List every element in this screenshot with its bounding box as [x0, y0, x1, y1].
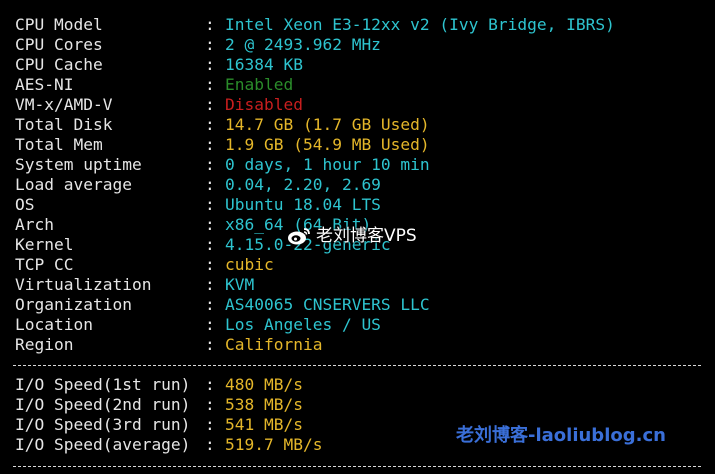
- row-label: OS: [15, 195, 35, 214]
- row-label: Location: [15, 315, 93, 334]
- row-value: Enabled: [225, 75, 294, 94]
- row-separator: :: [205, 335, 215, 354]
- info-row-tcp-cc: TCP CC : cubic: [15, 255, 274, 275]
- info-row-total-disk: Total Disk : 14.7 GB (1.7 GB Used): [15, 115, 430, 135]
- system-info-list: CPU Model : Intel Xeon E3-12xx v2 (Ivy B…: [15, 15, 615, 355]
- row-value: Intel Xeon E3-12xx v2 (Ivy Bridge, IBRS): [225, 15, 615, 34]
- info-row-region: Region : California: [15, 335, 322, 355]
- row-label: I/O Speed(1st run): [15, 375, 191, 394]
- row-separator: :: [205, 215, 215, 234]
- row-label: I/O Speed(2nd run): [15, 395, 191, 414]
- info-row-cpu-model: CPU Model : Intel Xeon E3-12xx v2 (Ivy B…: [15, 15, 615, 35]
- row-separator: :: [205, 95, 215, 114]
- row-separator: :: [205, 15, 215, 34]
- row-label: Load average: [15, 175, 132, 194]
- corner-watermark: 老刘博客-laoliublog.cn: [456, 425, 666, 446]
- row-label: CPU Cache: [15, 55, 103, 74]
- row-label: Organization: [15, 295, 132, 314]
- row-value: Ubuntu 18.04 LTS: [225, 195, 381, 214]
- row-label: TCP CC: [15, 255, 74, 274]
- row-separator: :: [205, 235, 215, 254]
- io-row-2nd-run: I/O Speed(2nd run) : 538 MB/s: [15, 395, 303, 415]
- weibo-icon: [288, 228, 310, 245]
- row-separator: :: [205, 275, 215, 294]
- row-separator: :: [205, 35, 215, 54]
- terminal-window: CPU Model : Intel Xeon E3-12xx v2 (Ivy B…: [0, 0, 715, 474]
- io-row-3rd-run: I/O Speed(3rd run) : 541 MB/s: [15, 415, 303, 435]
- row-value: AS40065 CNSERVERS LLC: [225, 295, 430, 314]
- row-value: 0 days, 1 hour 10 min: [225, 155, 430, 174]
- row-value: 519.7 MB/s: [225, 435, 323, 454]
- row-value: Los Angeles / US: [225, 315, 381, 334]
- row-separator: :: [205, 295, 215, 314]
- row-separator: :: [205, 135, 215, 154]
- info-row-uptime: System uptime : 0 days, 1 hour 10 min: [15, 155, 430, 175]
- info-row-cpu-cache: CPU Cache : 16384 KB: [15, 55, 303, 75]
- row-separator: :: [205, 375, 215, 394]
- row-label: Kernel: [15, 235, 74, 254]
- info-row-total-mem: Total Mem : 1.9 GB (54.9 MB Used): [15, 135, 430, 155]
- row-separator: :: [205, 315, 215, 334]
- row-value: 480 MB/s: [225, 375, 303, 394]
- row-value: 2 @ 2493.962 MHz: [225, 35, 381, 54]
- center-watermark: 老刘博客VPS: [286, 226, 417, 246]
- row-label: Arch: [15, 215, 54, 234]
- row-value: 541 MB/s: [225, 415, 303, 434]
- row-label: AES-NI: [15, 75, 74, 94]
- row-separator: :: [205, 75, 215, 94]
- row-separator: :: [205, 195, 215, 214]
- row-label: CPU Cores: [15, 35, 103, 54]
- info-row-vmx: VM-x/AMD-V : Disabled: [15, 95, 303, 115]
- io-row-1st-run: I/O Speed(1st run) : 480 MB/s: [15, 375, 303, 395]
- row-separator: :: [205, 175, 215, 194]
- row-value: KVM: [225, 275, 255, 294]
- row-separator: :: [205, 435, 215, 454]
- row-value: 1.9 GB (54.9 MB Used): [225, 135, 430, 154]
- row-label: I/O Speed(3rd run): [15, 415, 191, 434]
- row-value: 0.04, 2.20, 2.69: [225, 175, 381, 194]
- row-value: 538 MB/s: [225, 395, 303, 414]
- row-separator: :: [205, 255, 215, 274]
- row-value: cubic: [225, 255, 274, 274]
- info-row-kernel: Kernel : 4.15.0-22-generic: [15, 235, 391, 255]
- row-value: Disabled: [225, 95, 303, 114]
- io-row-average: I/O Speed(average) : 519.7 MB/s: [15, 435, 322, 455]
- row-separator: :: [205, 415, 215, 434]
- info-row-arch: Arch : x86_64 (64 Bit): [15, 215, 371, 235]
- info-row-virtualization: Virtualization : KVM: [15, 275, 254, 295]
- dashed-divider: [13, 365, 701, 366]
- info-row-load-average: Load average : 0.04, 2.20, 2.69: [15, 175, 381, 195]
- row-separator: :: [205, 395, 215, 414]
- info-row-location: Location : Los Angeles / US: [15, 315, 381, 335]
- row-separator: :: [205, 155, 215, 174]
- row-label: Total Mem: [15, 135, 103, 154]
- row-separator: :: [205, 55, 215, 74]
- row-label: I/O Speed(average): [15, 435, 191, 454]
- row-separator: :: [205, 115, 215, 134]
- row-label: Virtualization: [15, 275, 152, 294]
- row-label: VM-x/AMD-V: [15, 95, 113, 114]
- info-row-aes-ni: AES-NI : Enabled: [15, 75, 293, 95]
- row-value: 14.7 GB (1.7 GB Used): [225, 115, 430, 134]
- info-row-os: OS : Ubuntu 18.04 LTS: [15, 195, 381, 215]
- row-label: CPU Model: [15, 15, 103, 34]
- dashed-divider: [13, 466, 701, 467]
- center-watermark-text: 老刘博客VPS: [316, 226, 417, 246]
- io-speed-list: I/O Speed(1st run) : 480 MB/s I/O Speed(…: [15, 375, 322, 455]
- row-label: Region: [15, 335, 74, 354]
- row-label: Total Disk: [15, 115, 113, 134]
- row-value: California: [225, 335, 323, 354]
- info-row-cpu-cores: CPU Cores : 2 @ 2493.962 MHz: [15, 35, 381, 55]
- info-row-organization: Organization : AS40065 CNSERVERS LLC: [15, 295, 430, 315]
- row-label: System uptime: [15, 155, 142, 174]
- row-value: 16384 KB: [225, 55, 303, 74]
